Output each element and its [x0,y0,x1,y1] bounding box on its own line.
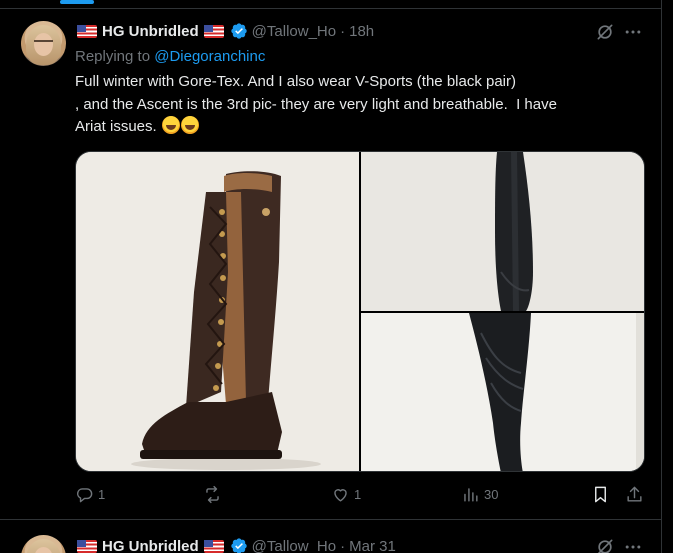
tweet-text-line: , and the Ascent is the 3rd pic- they ar… [75,95,557,113]
repost-icon [206,485,219,504]
replying-to: Replying to @Diegoranchinc [75,48,265,65]
tweet-text: Full winter with Gore-Tex. And I also we… [75,71,645,139]
separator-dot: · [340,22,346,40]
grok-icon[interactable] [595,22,615,42]
tweet-text-line: Full winter with Gore-Tex. And I also we… [75,73,517,90]
media-image-brown-boot[interactable] [76,152,359,471]
us-flag-icon [77,24,97,38]
bookmark-icon [595,486,606,503]
bookmark-button[interactable] [591,485,610,504]
like-button[interactable]: 1 [331,485,361,504]
us-flag-icon [203,539,224,553]
active-tab-indicator [60,0,94,4]
reply-count: 1 [98,487,106,502]
user-handle[interactable]: @Tallow_Ho [252,538,336,553]
more-icon[interactable] [622,537,644,553]
media-grid [75,151,645,472]
rofl-emoji-icon [180,116,199,134]
tweet-header: HG Unbridled @Tallow_Ho · Mar 31 [75,537,396,553]
tweet-header: HG Unbridled @Tallow_Ho · 18h [75,22,374,40]
display-name[interactable]: HG Unbridled [102,23,199,40]
verified-badge-icon[interactable] [230,537,248,553]
rofl-emoji-icon [161,116,180,134]
timestamp[interactable]: 18h [349,23,374,40]
like-icon [334,489,347,502]
media-image-black-boot-shaft[interactable] [361,313,644,471]
replying-to-label: Replying to [75,48,155,65]
tweet-text-line: Ariat issues. [75,118,161,135]
tweet[interactable]: HG Unbridled @Tallow_Ho · Mar 31 [0,521,662,553]
tweet[interactable]: HG Unbridled @Tallow_Ho · 18h Replying t… [0,9,662,520]
us-flag-icon [203,24,224,38]
more-icon[interactable] [622,22,644,42]
reply-icon [76,488,93,503]
us-flag-icon [77,539,97,553]
media-image-black-boot-top[interactable] [361,152,644,311]
user-handle[interactable]: @Tallow_Ho [252,23,336,40]
share-button[interactable] [625,485,644,504]
display-name[interactable]: HG Unbridled [102,538,199,553]
mention-link[interactable]: @Diegoranchinc [154,48,265,65]
view-count: 30 [484,487,499,502]
timestamp[interactable]: Mar 31 [349,538,396,553]
views-icon [464,488,478,502]
reply-button[interactable]: 1 [75,485,105,504]
avatar[interactable] [21,21,66,66]
repost-button[interactable] [203,485,222,504]
views-button[interactable]: 30 [461,485,498,504]
timeline-column: HG Unbridled @Tallow_Ho · 18h Replying t… [0,0,662,553]
verified-badge-icon[interactable] [230,22,248,40]
grok-icon[interactable] [595,537,615,553]
share-icon [627,486,642,502]
avatar[interactable] [21,535,66,553]
like-count: 1 [354,487,362,502]
action-bar: 1 1 30 [75,485,645,507]
separator-dot: · [340,537,346,553]
